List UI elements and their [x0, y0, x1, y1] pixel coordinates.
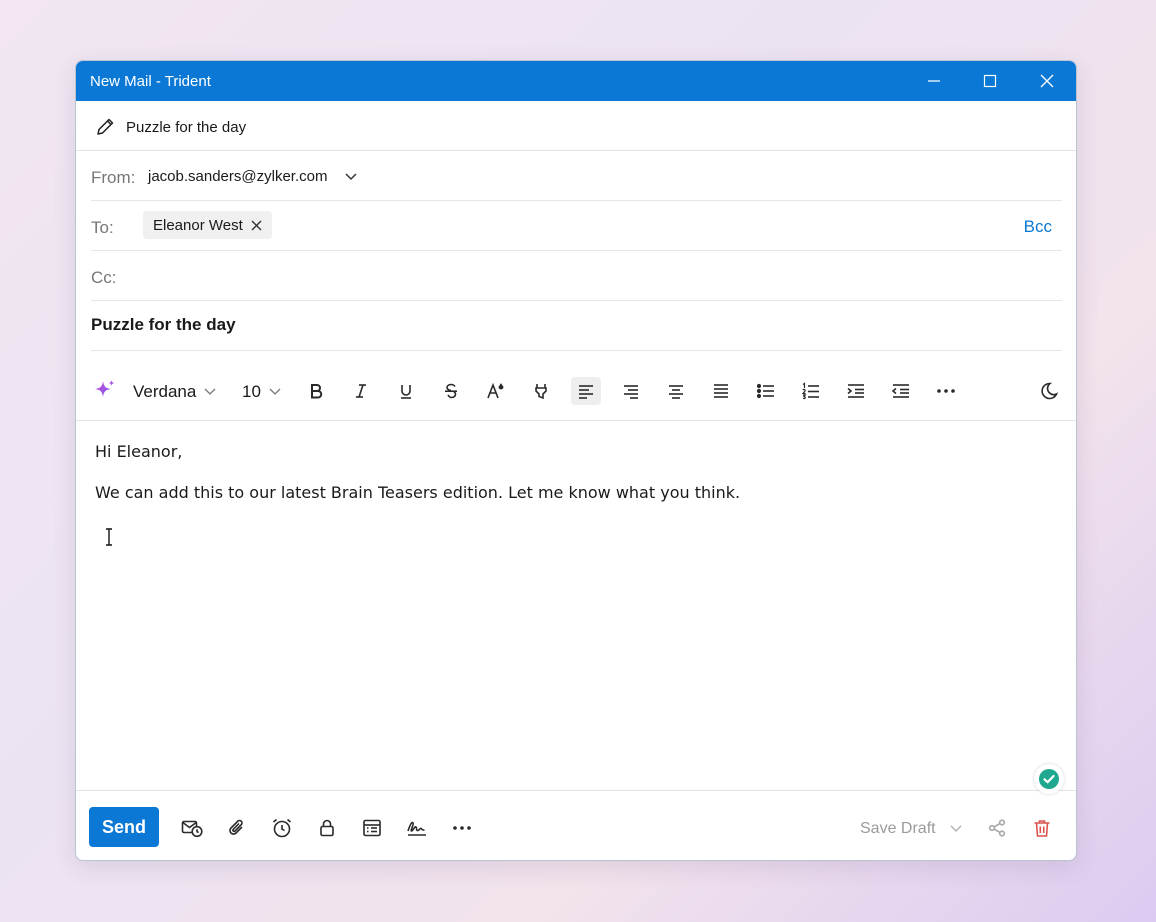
- align-right-button[interactable]: [616, 377, 646, 405]
- font-size-select[interactable]: 10: [242, 382, 281, 402]
- maximize-icon: [983, 74, 997, 88]
- bold-button[interactable]: [301, 377, 331, 405]
- cc-row[interactable]: Cc:: [91, 251, 1062, 301]
- share-icon: [988, 819, 1006, 837]
- font-size-value: 10: [242, 382, 261, 401]
- message-body-editor[interactable]: Hi Eleanor, We can add this to our lates…: [76, 422, 1076, 794]
- from-row: From: jacob.sanders@zylker.com: [91, 151, 1062, 201]
- attach-button[interactable]: [223, 814, 251, 842]
- signature-button[interactable]: [403, 814, 431, 842]
- underline-button[interactable]: [391, 377, 421, 405]
- outdent-icon: [891, 384, 909, 398]
- from-account-select[interactable]: jacob.sanders@zylker.com: [148, 168, 327, 185]
- subject-field[interactable]: Puzzle for the day: [91, 315, 236, 335]
- subject-row[interactable]: Puzzle for the day: [91, 301, 1062, 351]
- share-button[interactable]: [983, 814, 1011, 842]
- cc-label: Cc:: [91, 268, 117, 287]
- formatting-toolbar: Verdana 10: [76, 361, 1076, 421]
- reminder-button[interactable]: [268, 814, 296, 842]
- bcc-link[interactable]: Bcc: [1024, 217, 1052, 237]
- font-family-select[interactable]: Verdana: [133, 382, 216, 402]
- numbered-list-icon: [801, 382, 819, 400]
- dark-mode-icon: [1041, 382, 1059, 400]
- align-justify-icon: [714, 384, 728, 398]
- grammar-check-button[interactable]: [1034, 764, 1064, 794]
- compose-header-subject: Puzzle for the day: [126, 119, 247, 136]
- check-circle-icon: [1039, 769, 1059, 789]
- body-line: Hi Eleanor,: [95, 442, 183, 461]
- encrypt-button[interactable]: [313, 814, 341, 842]
- chevron-down-icon: [204, 388, 216, 395]
- recipient-name: Eleanor West: [153, 216, 243, 234]
- recipient-chip[interactable]: Eleanor West: [143, 211, 272, 239]
- more-options-button[interactable]: [448, 814, 476, 842]
- more-formatting-button[interactable]: [931, 377, 961, 405]
- outdent-button[interactable]: [886, 377, 916, 405]
- paperclip-icon: [229, 819, 243, 835]
- font-color-icon: [487, 382, 504, 399]
- highlighter-icon: [535, 384, 547, 400]
- signature-icon: [407, 821, 426, 836]
- title-bar: New Mail - Trident: [76, 61, 1076, 101]
- indent-button[interactable]: [841, 377, 871, 405]
- dark-mode-button[interactable]: [1034, 377, 1064, 405]
- alarm-clock-icon: [272, 818, 292, 838]
- align-center-button[interactable]: [661, 377, 691, 405]
- schedule-mail-icon: [181, 820, 203, 838]
- align-center-icon: [669, 385, 683, 399]
- send-button[interactable]: Send: [89, 807, 159, 847]
- compose-window: New Mail - Trident Puzzle for the day Fr…: [75, 60, 1077, 861]
- lock-icon: [320, 819, 334, 837]
- bold-icon: [311, 384, 323, 399]
- indent-icon: [847, 384, 864, 398]
- highlight-button[interactable]: [526, 377, 556, 405]
- chevron-down-icon: [269, 388, 281, 395]
- align-justify-button[interactable]: [706, 377, 736, 405]
- align-left-button[interactable]: [571, 377, 601, 405]
- pencil-icon: [97, 118, 114, 135]
- align-right-icon: [624, 385, 638, 399]
- more-icon: [453, 826, 471, 830]
- chevron-down-icon[interactable]: [344, 172, 358, 182]
- close-icon: [1040, 74, 1054, 88]
- numbered-list-button[interactable]: [796, 377, 826, 405]
- text-cursor-icon: [106, 528, 112, 546]
- italic-icon: [356, 384, 366, 398]
- close-button[interactable]: [1024, 61, 1070, 101]
- underline-icon: [401, 385, 411, 399]
- ai-sparkle-button[interactable]: [90, 377, 120, 405]
- schedule-send-button[interactable]: [178, 814, 206, 842]
- ai-sparkle-icon: [95, 380, 115, 397]
- to-label: To:: [91, 218, 114, 237]
- compose-footer: Send Save Draft: [76, 792, 1076, 860]
- save-draft-label: Save Draft: [860, 820, 936, 837]
- align-left-icon: [579, 385, 593, 399]
- delete-draft-button[interactable]: [1028, 814, 1056, 842]
- minimize-button[interactable]: [911, 61, 957, 101]
- to-row[interactable]: To: Eleanor West Bcc: [91, 201, 1062, 251]
- font-color-button[interactable]: [481, 377, 511, 405]
- bullet-list-icon: [756, 383, 774, 399]
- template-icon: [363, 819, 381, 837]
- minimize-icon: [928, 80, 940, 82]
- maximize-button[interactable]: [967, 61, 1013, 101]
- trash-icon: [1034, 820, 1050, 837]
- window-title: New Mail - Trident: [90, 73, 211, 90]
- chevron-down-icon[interactable]: [950, 825, 962, 833]
- body-line: We can add this to our latest Brain Teas…: [95, 483, 741, 502]
- template-button[interactable]: [358, 814, 386, 842]
- italic-button[interactable]: [346, 377, 376, 405]
- more-icon: [937, 389, 955, 393]
- bullet-list-button[interactable]: [751, 377, 781, 405]
- compose-header: Puzzle for the day: [76, 101, 1076, 151]
- from-label: From:: [91, 168, 136, 187]
- save-draft-button[interactable]: Save Draft: [860, 820, 962, 838]
- font-family-value: Verdana: [133, 382, 197, 401]
- strikethrough-icon: [445, 383, 457, 399]
- strikethrough-button[interactable]: [436, 377, 466, 405]
- remove-recipient-icon[interactable]: [251, 220, 262, 231]
